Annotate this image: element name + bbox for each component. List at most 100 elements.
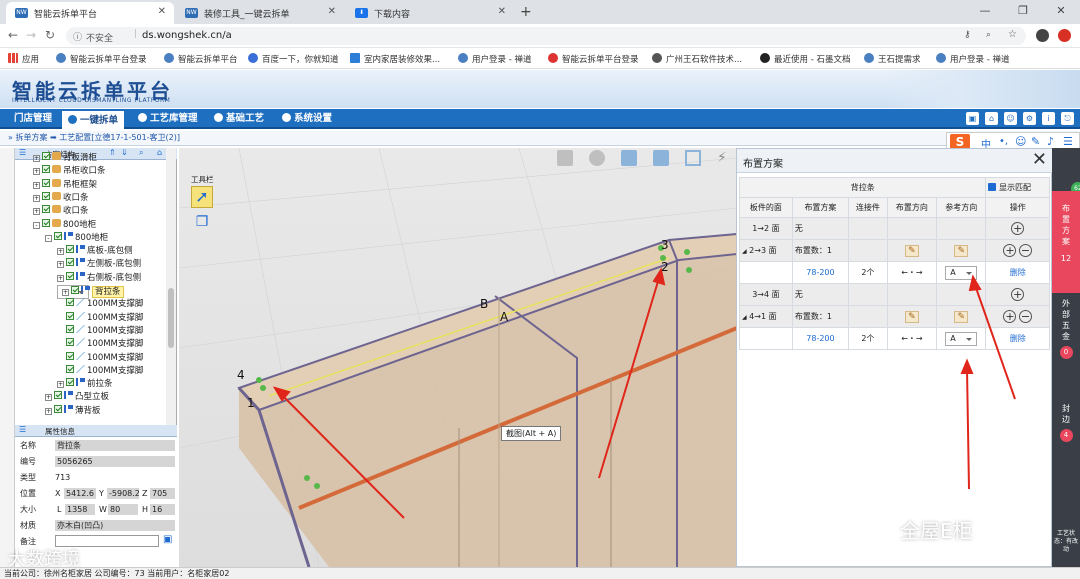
tree-checkbox[interactable]: [42, 152, 50, 160]
collapse-icon[interactable]: -: [33, 221, 40, 229]
bookmark-item[interactable]: 智能云拆单平台: [164, 53, 238, 65]
measure-icon[interactable]: ⚡: [717, 150, 733, 166]
emoji-icon[interactable]: ☺: [1015, 135, 1026, 148]
expand-icon[interactable]: +: [62, 289, 69, 296]
orbit-icon[interactable]: [589, 150, 605, 166]
tree-node[interactable]: +100MM支撑脚: [57, 351, 143, 365]
expand-icon[interactable]: +: [57, 274, 64, 282]
expand-icon[interactable]: »: [8, 133, 13, 142]
reload-icon[interactable]: ↻: [45, 28, 55, 42]
home-icon[interactable]: ⌂: [985, 112, 998, 125]
tree-node[interactable]: + 收口条: [33, 205, 89, 218]
exit-icon[interactable]: ⎋: [1061, 112, 1074, 125]
size-height-field[interactable]: 16: [150, 504, 175, 515]
expand-icon[interactable]: +: [33, 155, 40, 162]
tree-node[interactable]: - 800地柜: [45, 231, 108, 245]
side-tab-edge-banding[interactable]: 封边 4: [1052, 403, 1080, 442]
tree-checkbox[interactable]: [42, 191, 50, 200]
tree-checkbox[interactable]: [42, 165, 50, 174]
tree-node[interactable]: + 右侧板-底包侧: [57, 271, 141, 285]
tree-node[interactable]: +100MM支撑脚: [57, 338, 143, 351]
tree-node[interactable]: + 凸型立板: [45, 391, 109, 404]
expand-all-icon[interactable]: ⇓: [121, 148, 128, 157]
bookmark-item[interactable]: 最近使用 - 石墨文档: [760, 53, 850, 65]
side-tab-layout-plan[interactable]: 布置方案 12: [1052, 191, 1080, 293]
tree-node[interactable]: + 前拉条: [57, 378, 113, 391]
browser-tab[interactable]: ⬇ 下载内容 ✕: [346, 2, 514, 24]
position-y-field[interactable]: -5908.2: [107, 488, 139, 499]
size-length-field[interactable]: 1358: [65, 504, 95, 515]
tree-checkbox[interactable]: [66, 258, 74, 267]
tree-node[interactable]: + 吊柜框架: [33, 178, 97, 192]
bookmark-item[interactable]: 室内家居装修效果...: [350, 53, 440, 65]
back-icon[interactable]: ←: [8, 28, 18, 42]
save-icon[interactable]: ▣: [163, 534, 172, 545]
profile-avatar-icon[interactable]: [1036, 29, 1049, 42]
tree-scrollbar[interactable]: [166, 148, 176, 425]
pointer-tool-icon[interactable]: ➚: [191, 186, 213, 208]
info-icon[interactable]: ⓘ: [73, 30, 82, 43]
expand-icon[interactable]: +: [57, 381, 64, 389]
expand-icon[interactable]: +: [45, 394, 52, 402]
tree-node[interactable]: + 收口条: [33, 191, 89, 205]
tree-node[interactable]: - 800地柜: [33, 218, 96, 232]
tree-node[interactable]: + 吊柜收口条: [33, 165, 106, 178]
new-tab-button[interactable]: +: [520, 4, 532, 20]
position-z-field[interactable]: 705: [150, 488, 175, 499]
tree-checkbox[interactable]: [71, 286, 79, 294]
search-icon[interactable]: ⌕: [139, 148, 143, 158]
tree-checkbox[interactable]: [42, 205, 50, 214]
view-3d-icon[interactable]: [621, 150, 637, 166]
forward-icon[interactable]: →: [26, 28, 36, 42]
url-text[interactable]: ds.wongshek.cn/a: [142, 30, 232, 41]
punctuation-icon[interactable]: •,: [999, 136, 1008, 147]
tree-checkbox[interactable]: [54, 391, 62, 400]
tree-checkbox[interactable]: [66, 298, 74, 307]
size-width-field[interactable]: 80: [108, 504, 138, 515]
expand-icon[interactable]: +: [57, 261, 64, 269]
3d-viewport[interactable]: 3 2 B A 4 1 工具栏 ➚ ❐ ⚡ 截图(Alt + A): [179, 148, 737, 567]
expand-icon[interactable]: +: [57, 248, 64, 256]
tree-node[interactable]: + 薄背板: [45, 404, 101, 418]
left-collapse-strip[interactable]: [0, 148, 15, 568]
bookmark-item[interactable]: 用户登录 - 禅道: [458, 53, 531, 65]
bookmark-item[interactable]: 智能云拆单平台登录: [548, 53, 639, 65]
bookmark-item[interactable]: 智能云拆单平台登录: [56, 53, 147, 65]
expand-icon[interactable]: +: [33, 194, 40, 202]
tree-checkbox[interactable]: [66, 324, 74, 333]
bookmark-item[interactable]: 广州王石软件技术...: [652, 53, 742, 65]
tree-node[interactable]: + 左侧板-底包侧: [57, 258, 141, 271]
tree-checkbox[interactable]: [42, 178, 50, 187]
tab-close-icon[interactable]: ✕: [328, 6, 336, 17]
tree-checkbox[interactable]: [66, 271, 74, 280]
tree-node[interactable]: +100MM支撑脚: [57, 324, 143, 338]
extension-icon[interactable]: [1058, 29, 1071, 42]
zoom-icon[interactable]: ⌕: [986, 30, 991, 40]
omnibox[interactable]: ⓘ 不安全 | ds.wongshek.cn/a ⚷ ⌕ ☆: [66, 27, 1026, 45]
tree-node[interactable]: + 背板滑柜: [33, 152, 97, 165]
position-x-field[interactable]: 5412.6: [64, 488, 96, 499]
bookmark-apps[interactable]: 应用: [8, 53, 39, 65]
scroll-thumb[interactable]: [168, 288, 174, 348]
key-icon[interactable]: ⚷: [964, 30, 971, 40]
screen-icon[interactable]: ▣: [966, 112, 979, 125]
bookmark-item[interactable]: 百度一下，你就知道: [248, 53, 339, 65]
settings-icon[interactable]: ⚙: [1023, 112, 1036, 125]
tree-checkbox[interactable]: [54, 231, 62, 240]
tree-node[interactable]: +100MM支撑脚: [57, 364, 143, 378]
skin-icon[interactable]: ✎: [1031, 135, 1040, 148]
restore-icon[interactable]: ❐: [1004, 0, 1042, 24]
tree-node[interactable]: +100MM支撑脚: [57, 311, 143, 325]
tree-node[interactable]: + 底板-底包侧: [57, 245, 133, 258]
collapse-all-icon[interactable]: ⇑: [109, 148, 116, 157]
nav-basic-process[interactable]: 基础工艺: [208, 109, 270, 129]
nav-system-settings[interactable]: 系统设置: [276, 109, 338, 129]
tab-close-icon[interactable]: ✕: [498, 6, 506, 17]
tree-checkbox[interactable]: [66, 245, 74, 254]
browser-tab[interactable]: NW 装修工具_一键云拆单 ✕: [176, 2, 344, 24]
tree-node[interactable]: + 背拉条: [57, 285, 124, 299]
view-2d-icon[interactable]: [653, 150, 669, 166]
close-window-icon[interactable]: ✕: [1042, 0, 1080, 24]
tree-checkbox[interactable]: [66, 364, 74, 373]
expand-icon[interactable]: +: [33, 208, 40, 216]
